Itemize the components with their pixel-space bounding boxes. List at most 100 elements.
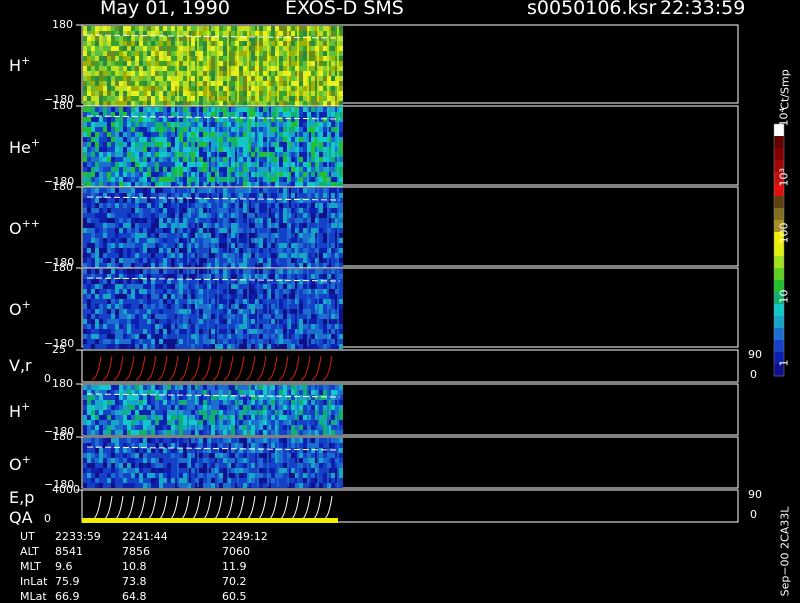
spectro-cell — [223, 127, 227, 132]
spectro-cell — [183, 339, 187, 344]
spectro-cell — [339, 198, 343, 203]
spectro-cell — [331, 385, 335, 390]
spectro-cell — [99, 478, 103, 483]
spectro-cell — [183, 218, 187, 223]
spectro-stripe — [257, 107, 259, 184]
spectro-cell — [91, 458, 95, 463]
spectro-cell — [143, 243, 147, 248]
spectro-cell — [99, 299, 103, 304]
spectro-cell — [203, 61, 207, 66]
spectro-cell — [119, 81, 123, 86]
spectro-cell — [271, 41, 275, 46]
spectro-cell — [119, 385, 123, 390]
spectro-cell — [155, 198, 159, 203]
spectro-cell — [87, 395, 91, 400]
spectro-cell — [279, 132, 283, 137]
spectro-cell — [99, 182, 103, 187]
spectro-cell — [107, 172, 111, 177]
spectro-cell — [171, 157, 175, 162]
spectro-cell — [115, 238, 119, 243]
spectro-cell — [191, 96, 195, 101]
spectro-cell — [123, 228, 127, 233]
spectro-cell — [179, 420, 183, 425]
spectro-cell — [115, 284, 119, 289]
spectro-cell — [111, 238, 115, 243]
spectro-cell — [263, 96, 267, 101]
spectro-cell — [99, 405, 103, 410]
spectro-cell — [103, 76, 107, 81]
spectro-cell — [303, 112, 307, 117]
spectro-cell — [311, 127, 315, 132]
spectro-cell — [339, 56, 343, 61]
spectro-cell — [119, 329, 123, 334]
spectro-cell — [119, 238, 123, 243]
spectro-cell — [183, 182, 187, 187]
spectro-cell — [183, 208, 187, 213]
spectro-cell — [311, 122, 315, 127]
spectro-cell — [303, 152, 307, 157]
spectro-cell — [203, 107, 207, 112]
spectro-cell — [339, 329, 343, 334]
spectro-cell — [139, 198, 143, 203]
spectro-cell — [239, 263, 243, 268]
spectro-cell — [87, 420, 91, 425]
spectro-cell — [159, 415, 163, 420]
spectro-cell — [179, 329, 183, 334]
spectro-cell — [311, 193, 315, 198]
spectro-cell — [171, 107, 175, 112]
spectro-cell — [115, 420, 119, 425]
spectro-cell — [319, 425, 323, 430]
spectro-cell — [115, 405, 119, 410]
spectro-cell — [211, 66, 215, 71]
spectro-cell — [303, 299, 307, 304]
spectro-cell — [279, 198, 283, 203]
spectro-cell — [179, 400, 183, 405]
spectro-cell — [167, 430, 171, 435]
spectro-cell — [107, 309, 111, 314]
spectro-cell — [159, 420, 163, 425]
spectro-cell — [131, 162, 135, 167]
spectro-cell — [127, 279, 131, 284]
spectro-cell — [123, 188, 127, 193]
spectro-cell — [223, 233, 227, 238]
spectro-cell — [167, 66, 171, 71]
spectro-cell — [311, 420, 315, 425]
spectro-cell — [331, 172, 335, 177]
spectro-cell — [139, 41, 143, 46]
spectro-cell — [299, 223, 303, 228]
spectro-cell — [199, 167, 203, 172]
spectro-cell — [87, 468, 91, 473]
spectro-cell — [239, 172, 243, 177]
spectro-cell — [311, 304, 315, 309]
spectro-cell — [191, 162, 195, 167]
spectro-cell — [303, 188, 307, 193]
spectro-cell — [115, 147, 119, 152]
spectro-cell — [115, 410, 119, 415]
spectro-cell — [147, 61, 151, 66]
spectro-cell — [303, 238, 307, 243]
spectro-cell — [115, 56, 119, 61]
spectro-cell — [331, 253, 335, 258]
spectro-cell — [171, 405, 175, 410]
spectro-cell — [223, 385, 227, 390]
spectro-cell — [299, 324, 303, 329]
spectro-cell — [111, 430, 115, 435]
spectro-cell — [159, 198, 163, 203]
spectro-cell — [103, 137, 107, 142]
spectro-cell — [167, 410, 171, 415]
spectro-cell — [183, 405, 187, 410]
spectro-cell — [251, 304, 255, 309]
curve-line — [224, 356, 233, 380]
spectro-cell — [147, 263, 151, 268]
spectro-cell — [199, 46, 203, 51]
spectro-cell — [283, 26, 287, 31]
spectro-stripe — [247, 107, 249, 184]
spectro-cell — [103, 167, 107, 172]
spectro-cell — [311, 334, 315, 339]
spectro-cell — [271, 157, 275, 162]
spectro-cell — [123, 127, 127, 132]
spectro-cell — [203, 339, 207, 344]
spectro-cell — [119, 41, 123, 46]
spectro-cell — [219, 41, 223, 46]
spectro-cell — [251, 101, 255, 106]
